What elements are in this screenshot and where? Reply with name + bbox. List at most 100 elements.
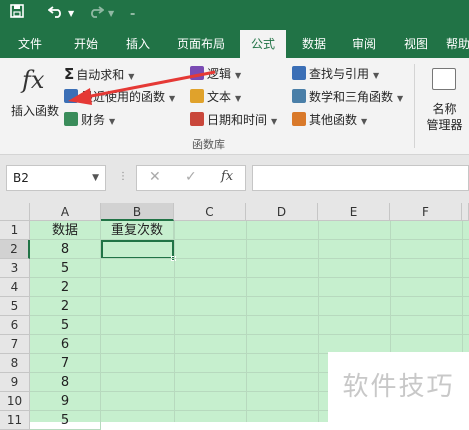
cell-a8[interactable]: 7	[30, 354, 101, 373]
chevron-down-icon: ▼	[109, 117, 116, 126]
formulas-ribbon: fx 插入函数 Σ 自动求和 ▼ 最近使用的函数 ▼ 财务 ▼ 逻辑 ▼ 文本 ▼ 日期和时…	[0, 58, 469, 155]
name-box[interactable]: B2 ▼	[6, 165, 106, 191]
customize-icon[interactable]: ₌	[130, 4, 135, 24]
gridline	[101, 334, 469, 335]
row-header[interactable]: 2	[0, 240, 30, 259]
math-icon	[292, 89, 306, 103]
tag-icon	[432, 68, 456, 90]
column-header-b[interactable]: B	[101, 203, 174, 221]
row-header[interactable]: 4	[0, 278, 30, 297]
row-header[interactable]: 9	[0, 373, 30, 392]
red-arrow-annotation	[68, 70, 216, 105]
name-manager-label-line1: 名称	[432, 102, 457, 116]
name-box-value: B2	[13, 171, 29, 185]
cell-a4[interactable]: 2	[30, 278, 101, 297]
tab-help[interactable]: 帮助	[446, 30, 469, 58]
financial-label: 财务	[81, 113, 106, 127]
undo-icon[interactable]	[47, 4, 64, 24]
column-header-e[interactable]: E	[318, 203, 390, 221]
column-header-d[interactable]: D	[246, 203, 318, 221]
chevron-down-icon: ▼	[397, 94, 404, 103]
chevron-down-icon: ▼	[373, 71, 380, 80]
column-header-f[interactable]: F	[390, 203, 462, 221]
gridline	[101, 239, 469, 240]
cell-a9[interactable]: 8	[30, 373, 101, 392]
cancel-icon[interactable]: ✕	[149, 169, 161, 185]
cell-a1[interactable]: 数据	[30, 221, 101, 240]
column-header-c[interactable]: C	[174, 203, 246, 221]
chevron-down-icon: ▼	[361, 117, 368, 126]
cell-b1[interactable]: 重复次数	[101, 221, 174, 240]
row-header[interactable]: 6	[0, 316, 30, 335]
worksheet-grid: A B C D E F 1 2 3 4 5 6 7 8 9 10 11 数据 8…	[0, 203, 469, 430]
row-header[interactable]: 1	[0, 221, 30, 240]
tab-review[interactable]: 审阅	[344, 30, 384, 58]
tab-file[interactable]: 文件	[10, 30, 50, 58]
grip-icon: ⋮	[118, 171, 128, 182]
save-icon[interactable]	[10, 4, 24, 24]
title-bar: ▼ ▼ ₌	[0, 0, 469, 30]
cell-a6[interactable]: 5	[30, 316, 101, 335]
datetime-button[interactable]: 日期和时间 ▼	[190, 112, 277, 130]
name-manager-label-line2: 管理器	[426, 118, 463, 132]
chevron-down-icon: ▼	[235, 71, 242, 80]
insert-function-label: 插入函数	[10, 104, 59, 118]
math-label: 数学和三角函数	[309, 90, 394, 104]
insert-function-button[interactable]: fx 插入函数	[6, 64, 62, 126]
gridline	[101, 258, 469, 259]
row-header[interactable]: 5	[0, 297, 30, 316]
undo-dropdown-icon[interactable]: ▼	[68, 4, 74, 24]
cell-a5[interactable]: 2	[30, 297, 101, 316]
chevron-down-icon: ▼	[235, 94, 242, 103]
math-button[interactable]: 数学和三角函数 ▼	[292, 89, 403, 107]
watermark: 软件技巧	[328, 352, 469, 422]
gridline	[101, 296, 469, 297]
cell-a3[interactable]: 5	[30, 259, 101, 278]
more-functions-label: 其他函数	[309, 113, 358, 127]
row-header[interactable]: 3	[0, 259, 30, 278]
row-header[interactable]: 10	[0, 392, 30, 411]
more-functions-button[interactable]: 其他函数 ▼	[292, 112, 367, 130]
tab-data[interactable]: 数据	[294, 30, 334, 58]
row-header[interactable]: 8	[0, 354, 30, 373]
redo-dropdown-icon[interactable]: ▼	[108, 4, 114, 24]
name-manager-button[interactable]: 名称 管理器	[420, 64, 469, 134]
group-divider	[414, 64, 415, 148]
formula-bar: B2 ▼ ⋮ ✕ ✓ fx	[0, 155, 469, 203]
cell-a10[interactable]: 9	[30, 392, 101, 411]
cell-a2[interactable]: 8	[30, 240, 101, 259]
active-cell-b2[interactable]	[101, 240, 174, 259]
financial-icon	[64, 112, 78, 126]
gridline	[101, 315, 469, 316]
tab-formulas[interactable]: 公式	[240, 30, 286, 58]
fx-icon: fx	[22, 66, 45, 94]
insert-function-icon[interactable]: fx	[221, 169, 233, 184]
datetime-label: 日期和时间	[207, 113, 268, 127]
function-library-label: 函数库	[192, 138, 225, 151]
chevron-down-icon[interactable]: ▼	[92, 166, 99, 190]
tab-insert[interactable]: 插入	[118, 30, 158, 58]
lookup-icon	[292, 66, 306, 80]
row-header[interactable]: 11	[0, 411, 30, 430]
tab-home[interactable]: 开始	[64, 30, 108, 58]
formula-input[interactable]	[252, 165, 469, 191]
more-functions-icon	[292, 112, 306, 126]
tab-page-layout[interactable]: 页面布局	[170, 30, 232, 58]
chevron-down-icon: ▼	[271, 117, 278, 126]
redo-icon[interactable]	[88, 4, 105, 24]
clock-icon	[190, 112, 204, 126]
cell-a7[interactable]: 6	[30, 335, 101, 354]
lookup-label: 查找与引用	[309, 67, 370, 81]
column-header-a[interactable]: A	[30, 203, 101, 221]
formula-actions: ✕ ✓ fx	[136, 165, 246, 191]
tab-view[interactable]: 视图	[396, 30, 436, 58]
cell-a11[interactable]: 5	[30, 411, 101, 430]
enter-icon[interactable]: ✓	[185, 169, 197, 185]
lookup-button[interactable]: 查找与引用 ▼	[292, 66, 379, 84]
select-all-corner[interactable]	[0, 203, 30, 221]
ribbon-tabs: 文件 开始 插入 页面布局 公式 数据 审阅 视图 帮助	[0, 30, 469, 58]
row-header[interactable]: 7	[0, 335, 30, 354]
financial-button[interactable]: 财务 ▼	[64, 112, 115, 130]
column-header-g[interactable]	[462, 203, 469, 221]
gridline	[101, 277, 469, 278]
